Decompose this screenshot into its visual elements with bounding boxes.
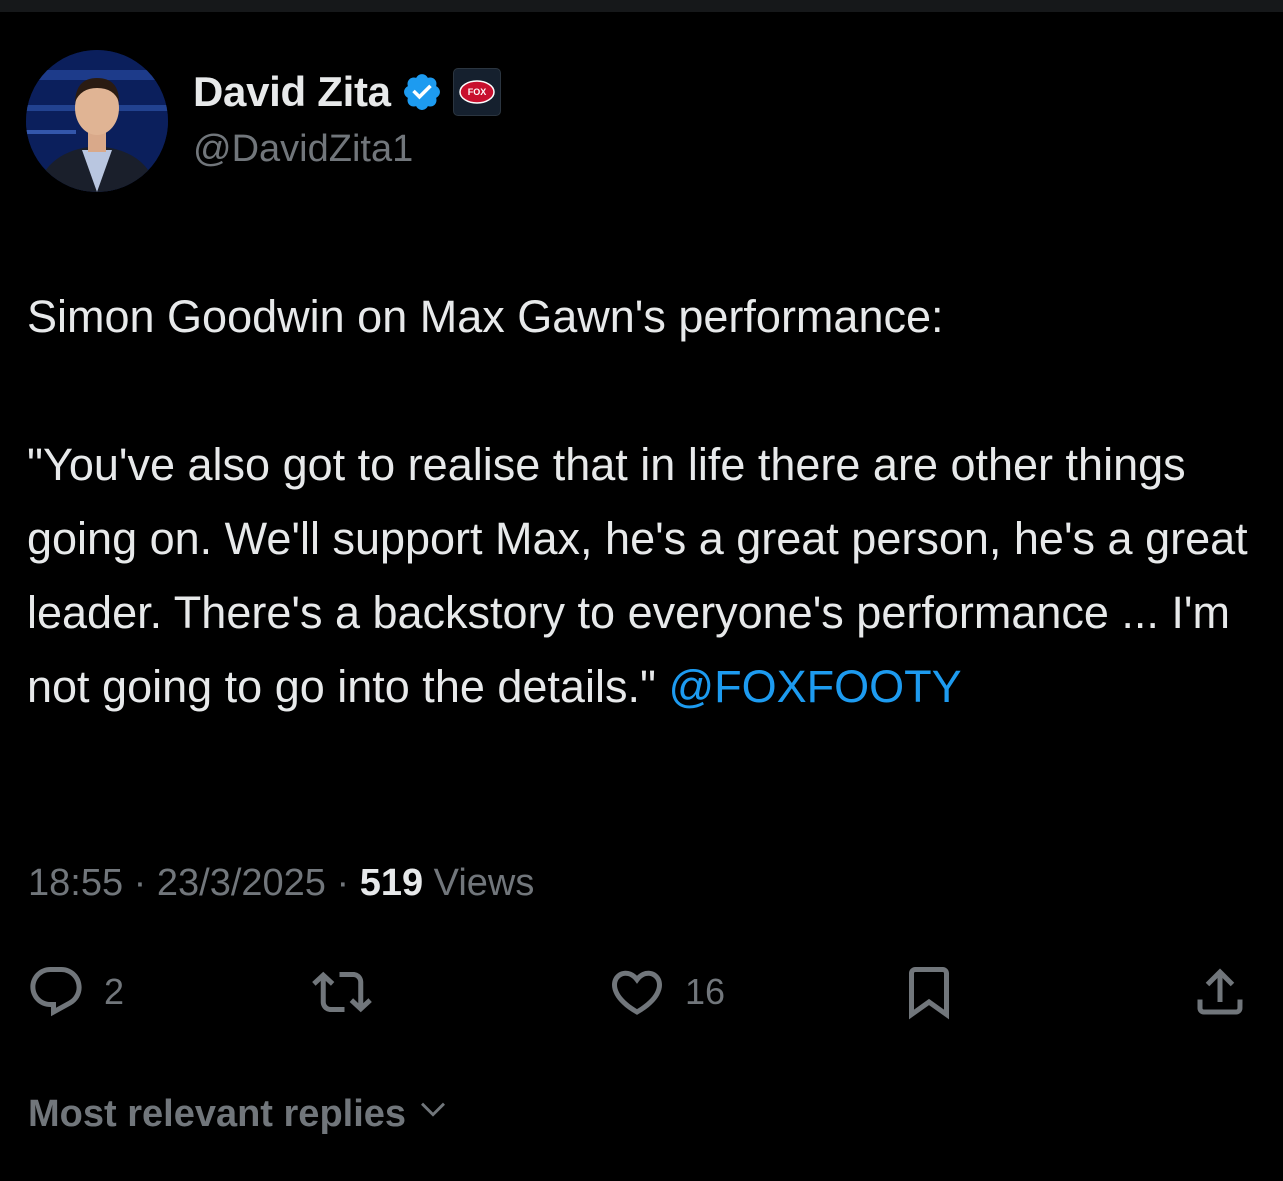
reply-button[interactable]: 2 — [26, 962, 124, 1022]
chevron-down-icon — [406, 1092, 450, 1136]
tweet-meta: 18:55 · 23/3/2025 · 519 Views — [28, 862, 534, 905]
reply-count: 2 — [104, 971, 125, 1012]
author-display-name[interactable]: David Zita — [193, 68, 391, 116]
replies-sort-label: Most relevant replies — [28, 1092, 407, 1135]
affiliate-badge[interactable]: FOX — [452, 68, 501, 116]
replies-sort-dropdown[interactable]: Most relevant replies — [28, 1092, 450, 1136]
bookmark-icon — [899, 962, 959, 1022]
tweet-body: Simon Goodwin on Max Gawn's performance:… — [27, 291, 1248, 712]
reply-icon — [26, 962, 86, 1022]
tweet-mention-link[interactable]: @FOXFOOTY — [668, 661, 961, 712]
share-button[interactable] — [1190, 962, 1250, 1022]
author-name-row: David Zita FOX — [193, 66, 501, 118]
like-button[interactable]: 16 — [607, 962, 725, 1022]
views-label: Views — [423, 862, 535, 904]
author-handle[interactable]: @DavidZita1 — [193, 128, 413, 171]
verified-badge-icon[interactable] — [401, 71, 443, 113]
tweet-date[interactable]: 23/3/2025 — [157, 862, 326, 904]
repost-button[interactable] — [312, 962, 372, 1022]
avatar[interactable] — [26, 50, 168, 192]
tweet-text: Simon Goodwin on Max Gawn's performance:… — [27, 280, 1257, 724]
bookmark-button[interactable] — [899, 962, 959, 1022]
tweet-time[interactable]: 18:55 — [28, 862, 123, 904]
repost-icon — [312, 962, 372, 1022]
like-count: 16 — [685, 971, 726, 1012]
share-icon — [1190, 962, 1250, 1022]
heart-icon — [607, 962, 667, 1022]
meta-separator: · — [325, 862, 360, 904]
status-bar-strip — [0, 0, 1283, 12]
meta-separator: · — [123, 862, 157, 904]
views-count: 519 — [359, 862, 424, 904]
affiliate-badge-text: FOX — [467, 87, 486, 97]
